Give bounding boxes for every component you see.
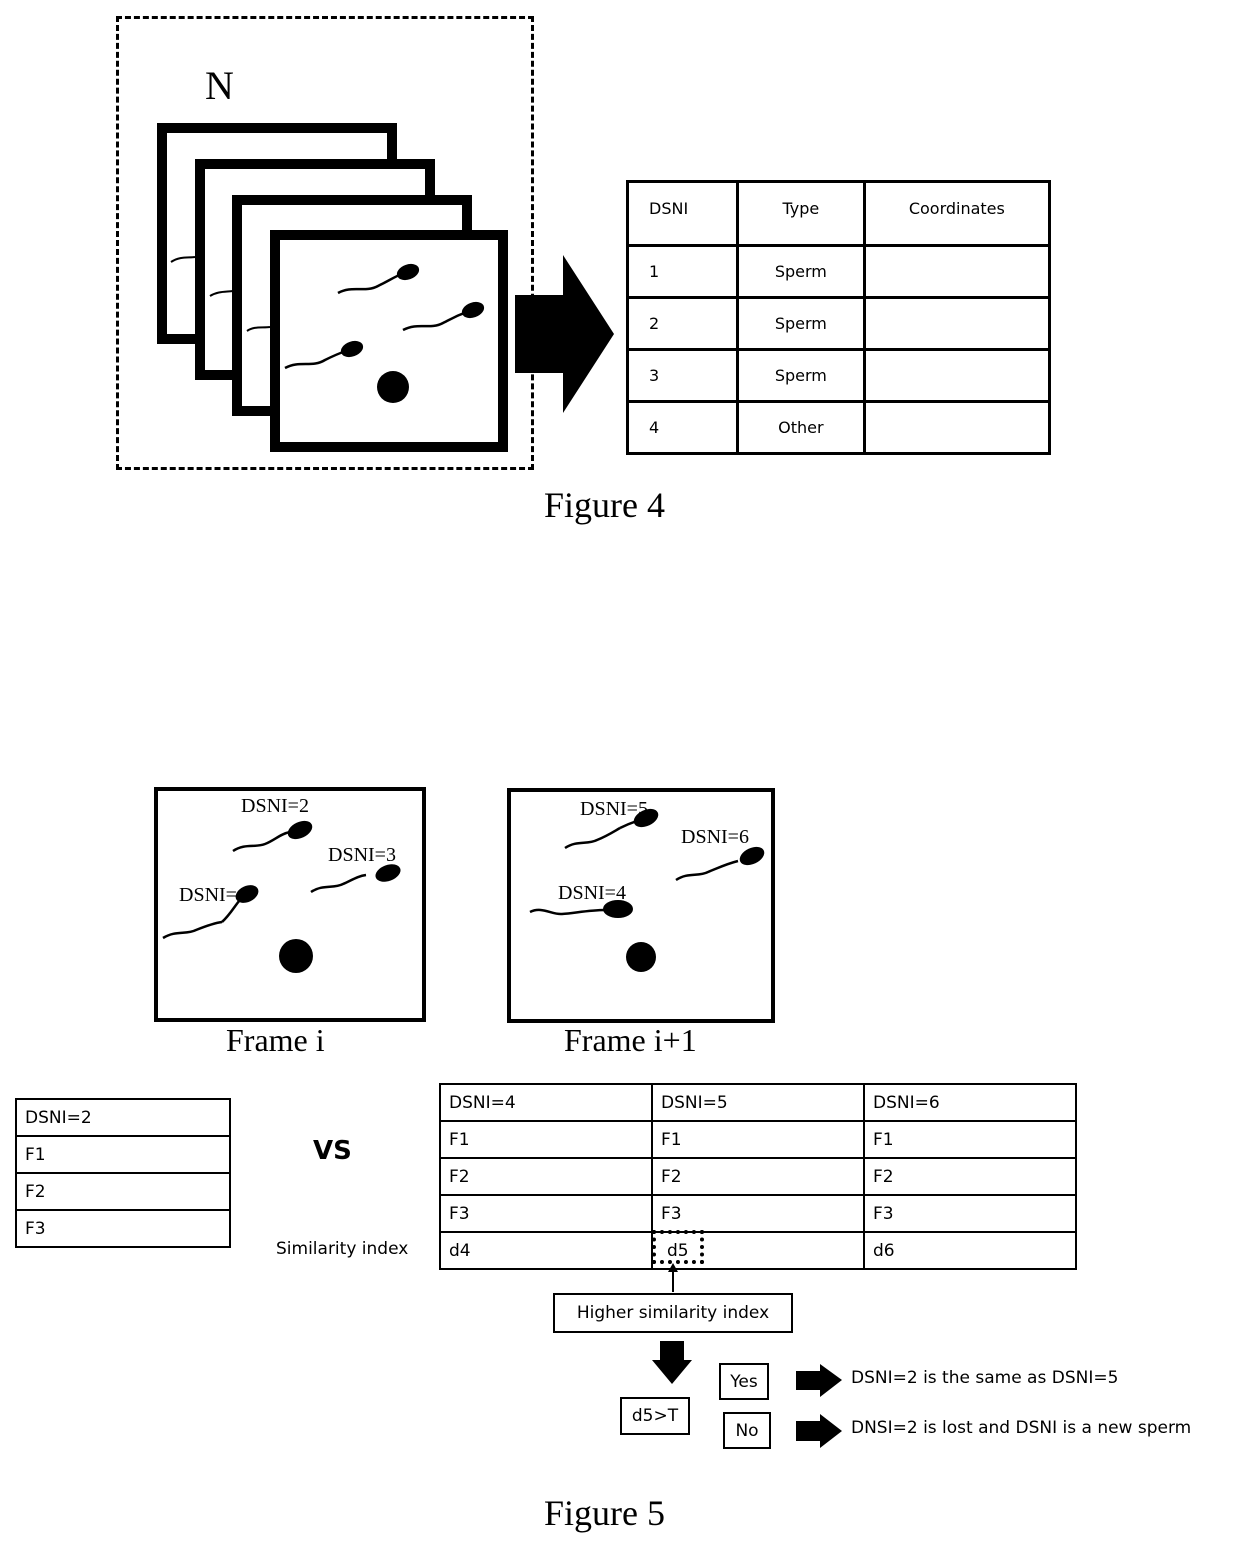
tail-fragment <box>170 256 196 263</box>
table-cell: F3 <box>863 1194 1077 1233</box>
table-header: DSNI=5 <box>651 1083 865 1122</box>
table-cell: F2 <box>651 1157 865 1196</box>
candidate-feature-table: DSNI=4 DSNI=5 DSNI=6 F1 F1 F1 F2 F2 F2 F… <box>439 1083 1077 1270</box>
table-cell: DSNI=2 <box>15 1098 231 1137</box>
table-header: DSNI=6 <box>863 1083 1077 1122</box>
table-cell: F1 <box>651 1120 865 1159</box>
table-cell <box>862 400 1052 455</box>
table-header: Coordinates <box>862 180 1052 247</box>
table-row: F3 <box>15 1209 231 1248</box>
debris-particle-icon <box>377 371 409 403</box>
figure-5-caption: Figure 5 <box>544 1493 665 1533</box>
right-arrow-icon <box>515 255 614 413</box>
sperm-icon <box>675 846 765 882</box>
table-cell: Sperm <box>736 296 866 351</box>
vs-label: VS <box>313 1136 352 1166</box>
right-arrow-icon <box>796 1364 842 1397</box>
frame-content <box>162 808 765 973</box>
higher-similarity-box: Higher similarity index <box>553 1293 793 1333</box>
table-cell: F2 <box>15 1172 231 1211</box>
sperm-icon <box>310 864 401 894</box>
table-row: F2 F2 F2 <box>439 1157 1077 1196</box>
table-cell: Other <box>736 400 866 455</box>
similarity-index-label: Similarity index <box>276 1239 409 1259</box>
tail-fragment <box>246 326 271 332</box>
table-cell: 3 <box>626 348 739 403</box>
table-row: DSNI=4 DSNI=5 DSNI=6 <box>439 1083 1077 1122</box>
table-cell: F3 <box>651 1194 865 1233</box>
tail-fragment <box>209 290 234 297</box>
table-row: F1 <box>15 1135 231 1174</box>
table-cell <box>862 348 1052 403</box>
table-cell: F3 <box>15 1209 231 1248</box>
table-cell: F1 <box>863 1120 1077 1159</box>
up-arrow-icon <box>668 1263 678 1272</box>
table-cell: F3 <box>439 1194 653 1233</box>
frame-i-plus-1-title: Frame i+1 <box>564 1022 697 1058</box>
table-header: Type <box>736 180 866 247</box>
table-row: DSNI=2 <box>15 1098 231 1137</box>
table-row: F2 <box>15 1172 231 1211</box>
sperm-icon <box>232 820 313 853</box>
frame-i-title: Frame i <box>226 1022 325 1058</box>
table-cell: F2 <box>439 1157 653 1196</box>
table-row: 1 Sperm <box>626 244 1052 299</box>
sperm-icon <box>529 900 633 918</box>
table-cell: F1 <box>15 1135 231 1174</box>
no-outcome-text: DNSI=2 is lost and DSNI is a new sperm <box>851 1418 1192 1438</box>
reference-feature-table: DSNI=2 F1 F2 F3 <box>15 1098 231 1248</box>
sperm-icon <box>284 340 364 370</box>
sperm-icon <box>337 263 420 295</box>
debris-particle-icon <box>279 939 313 973</box>
sperm-icon <box>564 808 659 850</box>
table-row: 3 Sperm <box>626 348 1052 403</box>
front-frame-content <box>170 255 614 413</box>
table-cell <box>862 244 1052 299</box>
table-cell <box>862 296 1052 351</box>
sperm-icon <box>402 301 485 332</box>
table-cell: 4 <box>626 400 739 455</box>
yes-box: Yes <box>719 1363 769 1400</box>
table-header: DSNI=4 <box>439 1083 653 1122</box>
table-cell: F1 <box>439 1120 653 1159</box>
table-header: DSNI <box>626 180 739 247</box>
sperm-icon <box>162 885 259 940</box>
detection-table: DSNI Type Coordinates 1 Sperm 2 Sperm 3 … <box>626 180 1052 455</box>
table-row: F3 F3 F3 <box>439 1194 1077 1233</box>
table-row: 2 Sperm <box>626 296 1052 351</box>
table-cell: 2 <box>626 296 739 351</box>
no-box: No <box>723 1412 771 1449</box>
debris-particle-icon <box>626 942 656 972</box>
table-row: F1 F1 F1 <box>439 1120 1077 1159</box>
table-cell: 1 <box>626 244 739 299</box>
down-arrow-icon <box>652 1341 692 1384</box>
table-row: 4 Other <box>626 400 1052 455</box>
table-cell: Sperm <box>736 348 866 403</box>
table-cell: F2 <box>863 1157 1077 1196</box>
max-similarity-highlight <box>652 1230 704 1264</box>
right-arrow-icon <box>796 1414 842 1448</box>
figure-4-caption: Figure 4 <box>544 485 665 525</box>
yes-outcome-text: DSNI=2 is the same as DSNI=5 <box>851 1368 1119 1388</box>
table-cell: Sperm <box>736 244 866 299</box>
threshold-condition-box: d5>T <box>620 1397 690 1435</box>
